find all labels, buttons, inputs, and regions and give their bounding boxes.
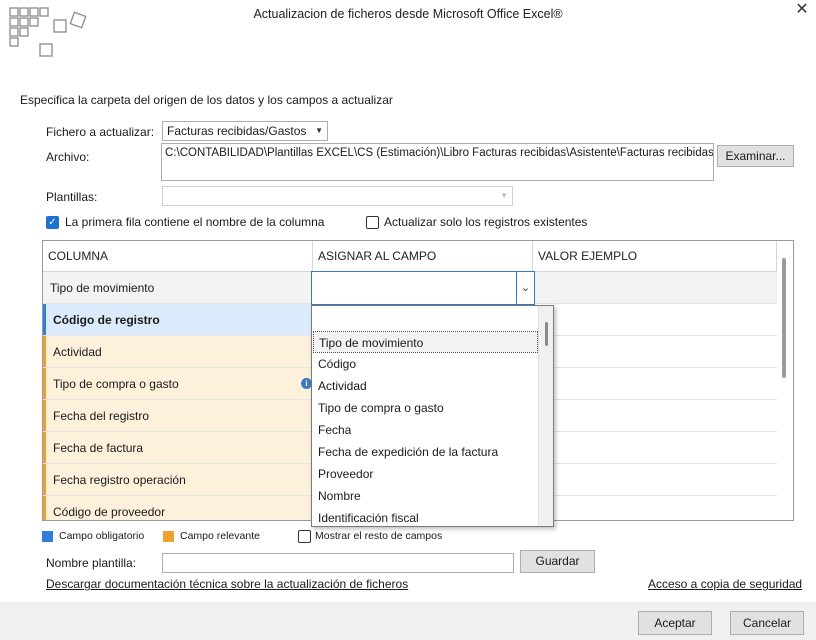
column-header-columna: COLUMNA (43, 241, 313, 272)
dropdown-option[interactable]: Proveedor (313, 463, 538, 485)
dropdown-option[interactable]: Fecha (313, 419, 538, 441)
archivo-field[interactable]: C:\CONTABILIDAD\Plantillas EXCEL\CS (Est… (161, 143, 714, 181)
dropdown-option[interactable]: Tipo de movimiento (313, 331, 538, 353)
plantillas-select[interactable]: ▼ (162, 186, 513, 206)
primera-fila-checkbox[interactable]: ✓ (46, 216, 59, 229)
row-columna-cell: Fecha de factura (43, 432, 312, 463)
fichero-label: Fichero a actualizar: (46, 125, 155, 139)
chevron-down-icon: ▼ (500, 191, 508, 200)
chevron-down-icon[interactable]: ⌄ (516, 272, 534, 304)
mostrar-resto-checkbox[interactable] (298, 530, 311, 543)
row-columna-cell: Fecha registro operación (43, 464, 312, 495)
obligatorio-swatch (42, 531, 53, 542)
dropdown-option[interactable]: Nombre (313, 485, 538, 507)
fichero-select-value: Facturas recibidas/Gastos (167, 124, 307, 138)
archivo-label: Archivo: (46, 150, 90, 164)
fichero-select[interactable]: Facturas recibidas/Gastos ▼ (162, 121, 328, 141)
row-columna-cell: Fecha del registro (43, 400, 312, 431)
primera-fila-label: La primera fila contiene el nombre de la… (65, 215, 325, 229)
dropdown-option[interactable]: Actividad (313, 375, 538, 397)
actualizar-existentes-checkbox[interactable] (366, 216, 379, 229)
column-header-valor: VALOR EJEMPLO (533, 241, 777, 272)
dropdown-option[interactable]: Tipo de compra o gasto (313, 397, 538, 419)
relevante-swatch (163, 531, 174, 542)
row-columna-cell: Tipo de compra o gasto i (43, 368, 312, 399)
row-columna-cell: Código de registro (43, 304, 312, 335)
dropdown-option[interactable]: Código (313, 353, 538, 375)
examinar-button[interactable]: Examinar... (717, 145, 794, 167)
guardar-button[interactable]: Guardar (520, 550, 595, 573)
dropdown-option[interactable]: Fecha de expedición de la factura (313, 441, 538, 463)
row-columna-cell: Actividad (43, 336, 312, 367)
nombre-plantilla-label: Nombre plantilla: (46, 556, 137, 570)
aceptar-button[interactable]: Aceptar (638, 611, 712, 635)
instruction-text: Especifica la carpeta del origen de los … (20, 93, 393, 107)
close-icon[interactable]: ✕ (794, 2, 810, 18)
copia-seguridad-link[interactable]: Acceso a copia de seguridad (648, 577, 802, 591)
mostrar-resto-label: Mostrar el resto de campos (315, 530, 443, 542)
relevante-label: Campo relevante (180, 530, 260, 542)
grid-scrollbar[interactable] (782, 258, 786, 378)
plantillas-label: Plantillas: (46, 190, 98, 204)
asignar-campo-combo[interactable]: ⌄ (311, 271, 535, 305)
cancelar-button[interactable]: Cancelar (730, 611, 804, 635)
obligatorio-label: Campo obligatorio (59, 530, 145, 542)
dropdown-option[interactable]: Identificación fiscal (313, 507, 538, 526)
campo-dropdown-list[interactable]: Tipo de movimiento Código Actividad Tipo… (311, 305, 554, 527)
dropdown-scroll-thumb[interactable] (545, 322, 548, 346)
chevron-down-icon: ▼ (315, 126, 323, 135)
nombre-plantilla-input[interactable] (162, 553, 514, 573)
row-columna-label: Tipo de compra o gasto (53, 377, 179, 391)
row-columna-cell: Código de proveedor (43, 496, 312, 520)
window-title: Actualizacion de ficheros desde Microsof… (253, 7, 563, 21)
descargar-documentacion-link[interactable]: Descargar documentación técnica sobre la… (46, 577, 408, 591)
row-columna-cell: Tipo de movimiento (43, 272, 312, 303)
column-header-asignar: ASIGNAR AL CAMPO (313, 241, 533, 272)
actualizar-existentes-label: Actualizar solo los registros existentes (384, 215, 588, 229)
